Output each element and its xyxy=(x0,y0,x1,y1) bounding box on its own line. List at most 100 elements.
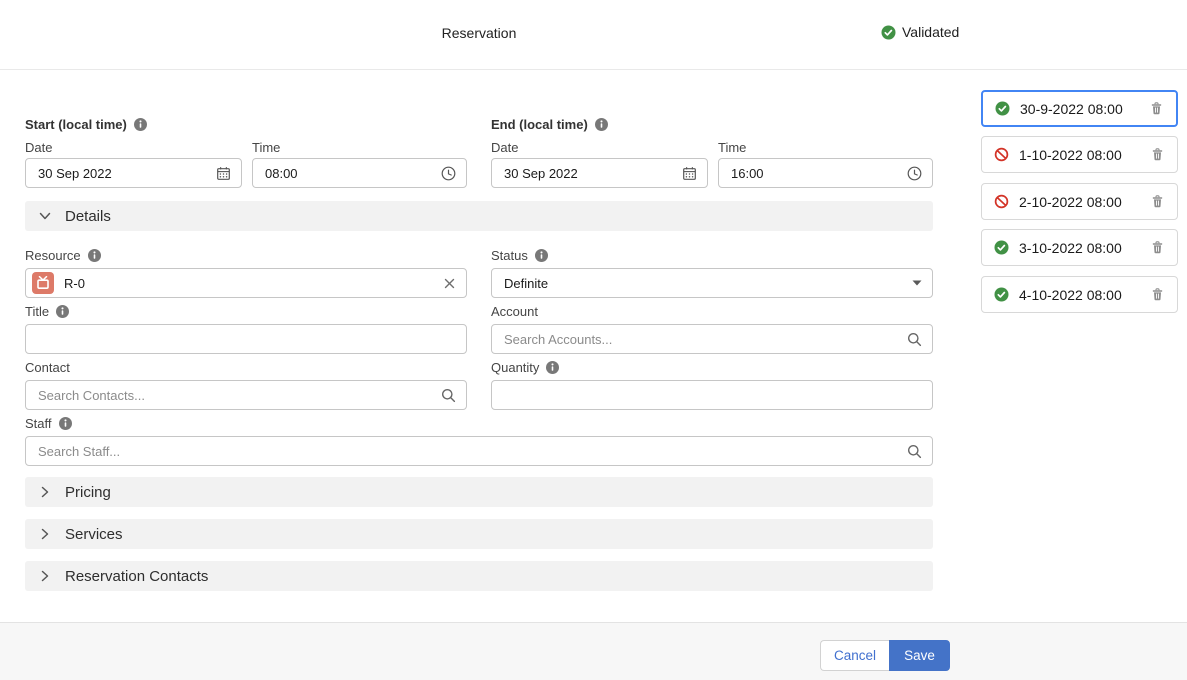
account-lookup-input[interactable] xyxy=(504,332,907,347)
start-date-input[interactable] xyxy=(38,166,216,181)
info-icon[interactable] xyxy=(546,361,559,374)
staff-lookup-field[interactable] xyxy=(25,436,933,466)
contact-lookup-input[interactable] xyxy=(38,388,441,403)
occurrence-card[interactable]: 3-10-2022 08:00 xyxy=(981,229,1178,266)
end-date-field[interactable] xyxy=(491,158,708,188)
search-icon[interactable] xyxy=(907,444,922,459)
info-icon[interactable] xyxy=(134,118,147,131)
dropdown-arrow-icon xyxy=(912,280,922,286)
search-icon[interactable] xyxy=(441,388,456,403)
info-icon[interactable] xyxy=(59,417,72,430)
account-label: Account xyxy=(491,304,538,319)
clock-icon[interactable] xyxy=(907,166,922,181)
start-time-field[interactable] xyxy=(252,158,467,188)
chevron-right-icon xyxy=(38,569,52,583)
chevron-right-icon xyxy=(38,485,52,499)
info-icon[interactable] xyxy=(88,249,101,262)
staff-lookup-input[interactable] xyxy=(38,444,907,459)
occurrence-card[interactable]: 4-10-2022 08:00 xyxy=(981,276,1178,313)
occurrence-label: 4-10-2022 08:00 xyxy=(1019,287,1122,303)
start-time-input[interactable] xyxy=(265,166,441,181)
end-date-label: Date xyxy=(491,140,518,155)
title-label: Title xyxy=(25,304,69,319)
quantity-input[interactable] xyxy=(504,388,922,403)
occurrence-card[interactable]: 2-10-2022 08:00 xyxy=(981,183,1178,220)
chevron-down-icon xyxy=(38,209,52,223)
title-label-text: Title xyxy=(25,304,49,319)
end-time-input[interactable] xyxy=(731,166,907,181)
end-label-text: End (local time) xyxy=(491,117,588,132)
resource-tv-icon xyxy=(32,272,54,294)
contact-lookup-field[interactable] xyxy=(25,380,467,410)
section-pricing-label: Pricing xyxy=(65,484,111,501)
clock-icon[interactable] xyxy=(441,166,456,181)
end-date-input[interactable] xyxy=(504,166,682,181)
staff-label-text: Staff xyxy=(25,416,52,431)
resource-label: Resource xyxy=(25,248,101,263)
section-details[interactable]: Details xyxy=(25,201,933,231)
occurrence-card[interactable]: 1-10-2022 08:00 xyxy=(981,136,1178,173)
validation-status-label: Validated xyxy=(902,24,959,40)
title-input[interactable] xyxy=(38,332,456,347)
search-icon[interactable] xyxy=(907,332,922,347)
delete-occurrence-button[interactable] xyxy=(1150,194,1165,209)
footer-button-group: Cancel Save xyxy=(820,640,950,671)
check-circle-icon xyxy=(994,287,1009,302)
delete-occurrence-button[interactable] xyxy=(1150,287,1165,302)
occurrence-card[interactable]: 30-9-2022 08:00 xyxy=(981,90,1178,127)
occurrence-label: 3-10-2022 08:00 xyxy=(1019,240,1122,256)
info-icon[interactable] xyxy=(535,249,548,262)
resource-input[interactable] xyxy=(64,276,443,291)
section-pricing[interactable]: Pricing xyxy=(25,477,933,507)
delete-occurrence-button[interactable] xyxy=(1150,147,1165,162)
occurrence-label: 30-9-2022 08:00 xyxy=(1020,101,1123,117)
section-details-label: Details xyxy=(65,208,111,225)
cancel-button[interactable]: Cancel xyxy=(820,640,889,671)
end-group-label: End (local time) xyxy=(491,117,608,132)
check-circle-icon xyxy=(995,101,1010,116)
account-lookup-field[interactable] xyxy=(491,324,933,354)
occurrence-label: 2-10-2022 08:00 xyxy=(1019,194,1122,210)
trash-icon xyxy=(1150,240,1165,255)
calendar-icon[interactable] xyxy=(682,166,697,181)
trash-icon xyxy=(1149,101,1164,116)
resource-label-text: Resource xyxy=(25,248,81,263)
contact-label: Contact xyxy=(25,360,70,375)
trash-icon xyxy=(1150,287,1165,302)
end-time-field[interactable] xyxy=(718,158,933,188)
quantity-field[interactable] xyxy=(491,380,933,410)
no-entry-icon xyxy=(994,147,1009,162)
quantity-label: Quantity xyxy=(491,360,559,375)
section-services-label: Services xyxy=(65,526,123,543)
trash-icon xyxy=(1150,194,1165,209)
start-label-text: Start (local time) xyxy=(25,117,127,132)
occurrence-label: 1-10-2022 08:00 xyxy=(1019,147,1122,163)
start-date-field[interactable] xyxy=(25,158,242,188)
title-field[interactable] xyxy=(25,324,467,354)
section-reservation-contacts[interactable]: Reservation Contacts xyxy=(25,561,933,591)
page-title: Reservation xyxy=(442,25,517,41)
section-services[interactable]: Services xyxy=(25,519,933,549)
status-select[interactable]: Definite xyxy=(491,268,933,298)
validation-status-badge: Validated xyxy=(881,24,959,40)
start-date-label: Date xyxy=(25,140,52,155)
status-selected-value: Definite xyxy=(504,276,912,291)
start-time-label: Time xyxy=(252,140,280,155)
save-button[interactable]: Save xyxy=(889,640,950,671)
check-circle-icon xyxy=(994,240,1009,255)
no-entry-icon xyxy=(994,194,1009,209)
section-reservation-contacts-label: Reservation Contacts xyxy=(65,568,208,585)
staff-label: Staff xyxy=(25,416,72,431)
resource-field[interactable] xyxy=(25,268,467,298)
info-icon[interactable] xyxy=(56,305,69,318)
info-icon[interactable] xyxy=(595,118,608,131)
calendar-icon[interactable] xyxy=(216,166,231,181)
footer-bar: Cancel Save xyxy=(0,622,1187,680)
delete-occurrence-button[interactable] xyxy=(1150,240,1165,255)
status-label: Status xyxy=(491,248,548,263)
clear-icon[interactable] xyxy=(443,277,456,290)
check-circle-icon xyxy=(881,25,896,40)
trash-icon xyxy=(1150,147,1165,162)
reservation-dialog: Reservation Validated Start (local time)… xyxy=(0,0,1187,680)
delete-occurrence-button[interactable] xyxy=(1149,101,1164,116)
